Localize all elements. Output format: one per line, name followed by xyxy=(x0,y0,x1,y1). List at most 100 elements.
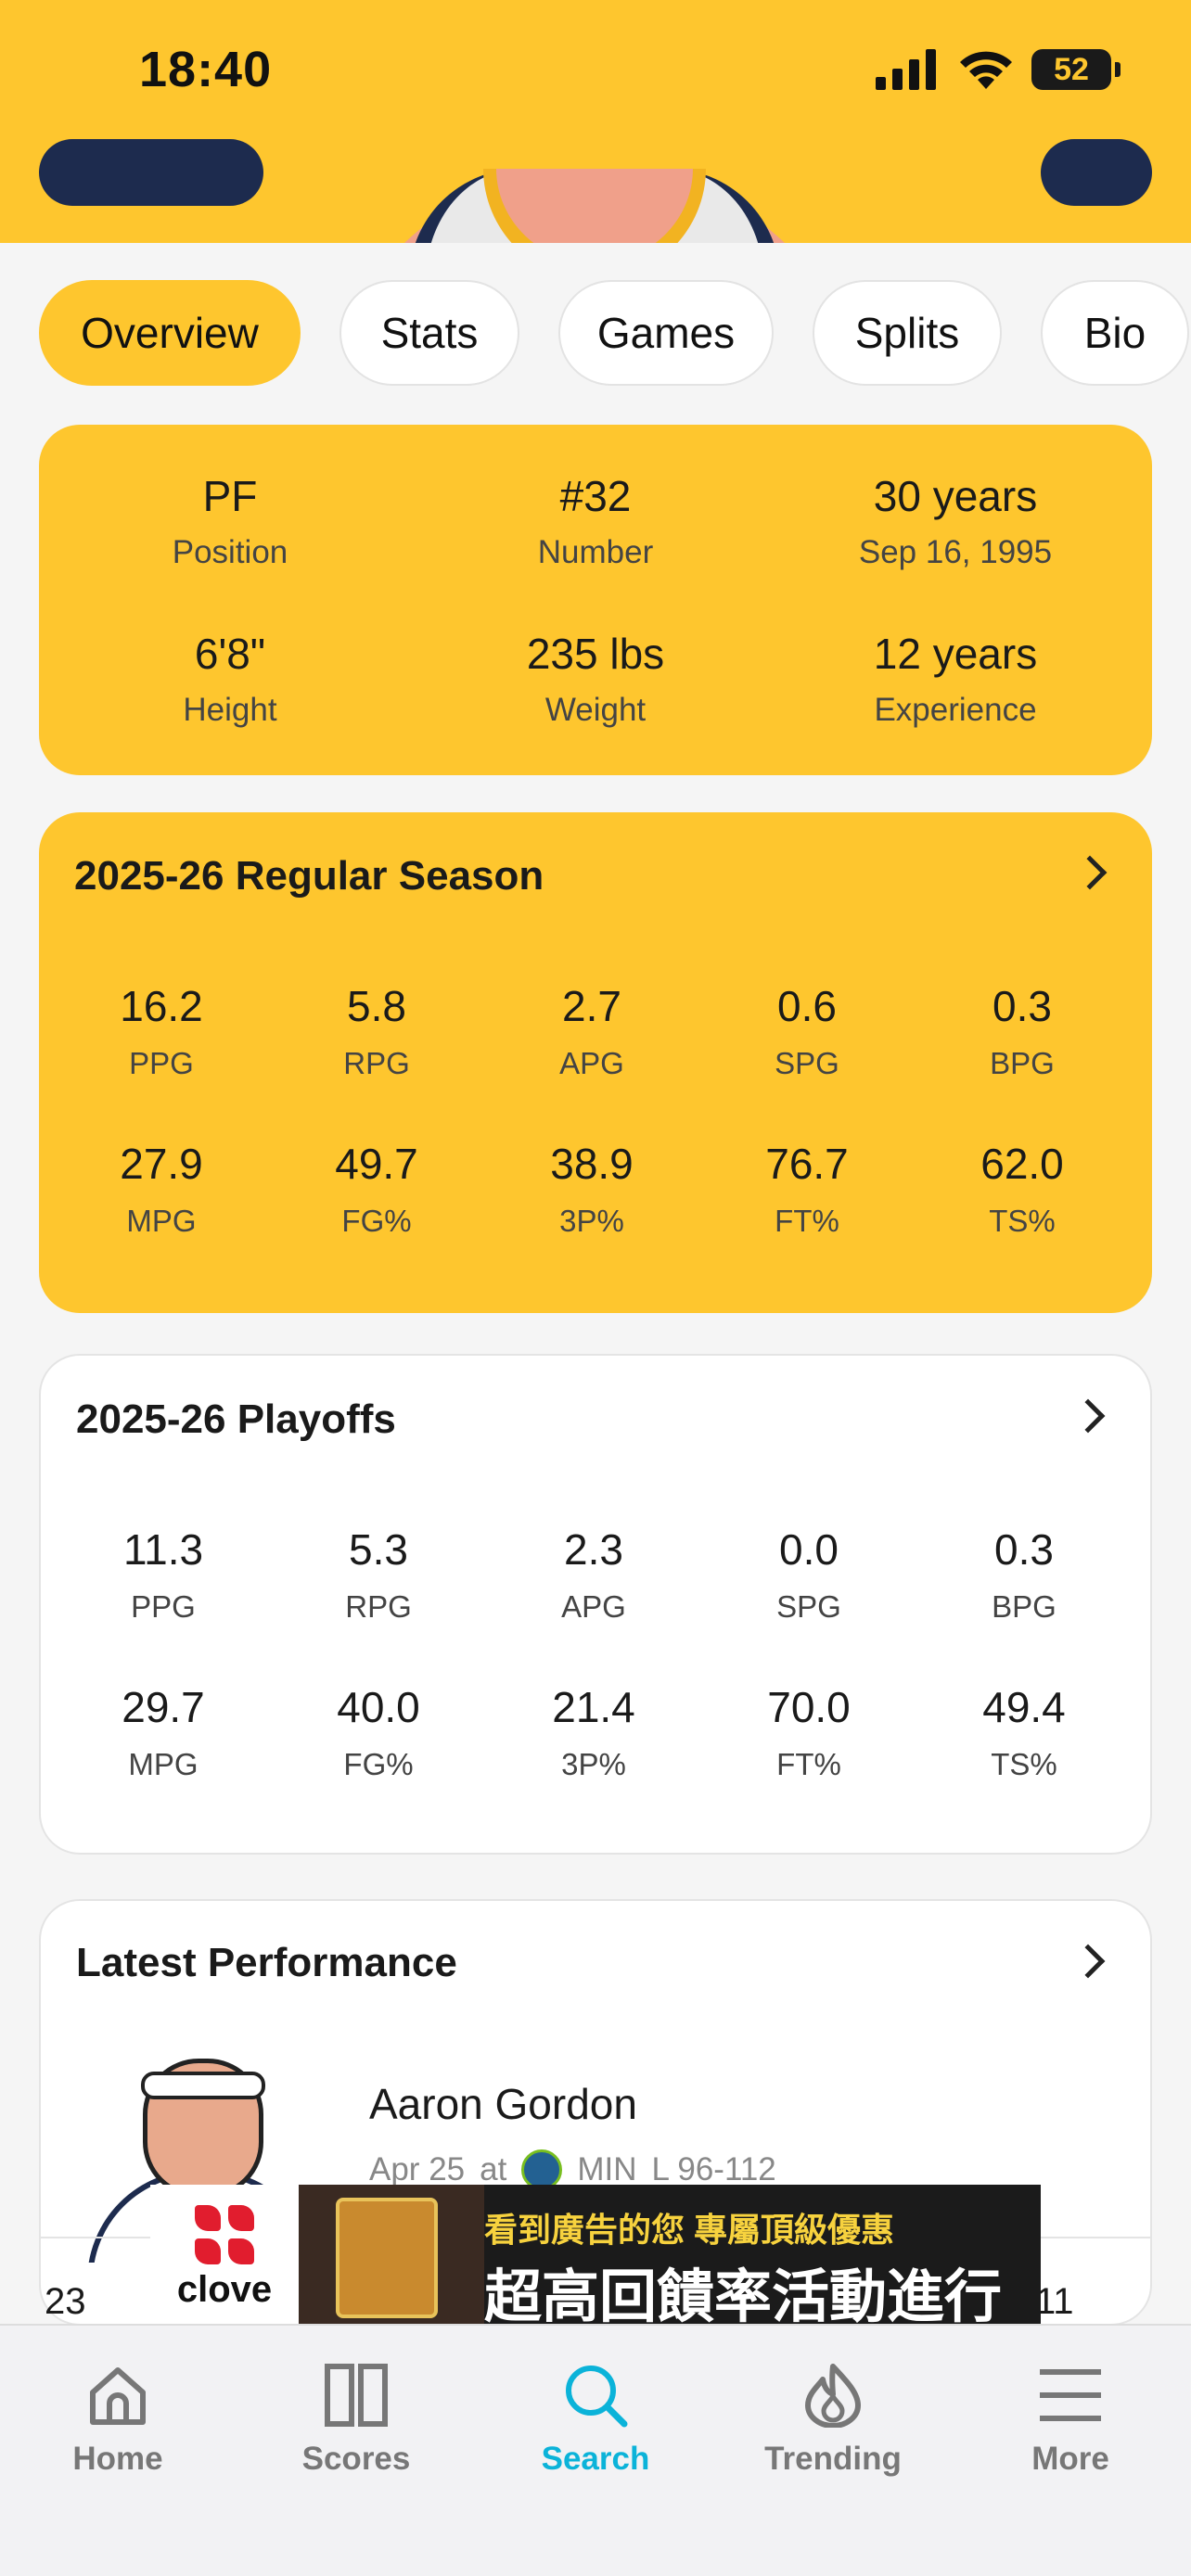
stat-apg: 2.3 APG xyxy=(486,1524,701,1625)
stat-label: APG xyxy=(561,1589,626,1624)
nav-trending-label: Trending xyxy=(764,2441,902,2477)
stat-label: PPG xyxy=(129,1046,194,1080)
tab-stats[interactable]: Stats xyxy=(339,280,519,386)
tab-bio[interactable]: Bio xyxy=(1041,280,1189,386)
flame-icon xyxy=(805,2364,861,2428)
game-date: Apr 25 xyxy=(369,2151,466,2187)
stat-ft-pct: 76.7 FT% xyxy=(699,1139,915,1239)
stat-value: 0.3 xyxy=(992,982,1052,1030)
stat-bpg: 0.3 BPG xyxy=(915,981,1130,1081)
stat-ts-pct: 49.4 TS% xyxy=(916,1682,1132,1782)
header-menu-button[interactable] xyxy=(1041,139,1152,206)
nav-home-label: Home xyxy=(72,2441,163,2477)
stat-3p-pct: 38.9 3P% xyxy=(484,1139,699,1239)
bottom-navigation: Home Scores Search Trending More xyxy=(0,2324,1191,2576)
stat-value: 5.8 xyxy=(347,982,406,1030)
wifi-icon xyxy=(960,51,1012,89)
nav-scores[interactable]: Scores xyxy=(263,2363,449,2478)
chevron-right-icon[interactable] xyxy=(1072,855,1108,890)
ad-tagline: 超高回饋率活動進行中! xyxy=(484,2265,1003,2324)
nav-search[interactable]: Search xyxy=(503,2363,688,2478)
nav-scores-label: Scores xyxy=(301,2441,411,2477)
game-result: L 96-112 xyxy=(651,2151,776,2187)
stat-label: APG xyxy=(559,1046,624,1080)
playoffs-title: 2025-26 Playoffs xyxy=(76,1396,396,1442)
stat-value: 49.7 xyxy=(335,1140,418,1188)
ad-brand-logo: clove xyxy=(150,2185,299,2324)
stat-value: 29.7 xyxy=(122,1683,205,1731)
stat-fg-pct: 40.0 FG% xyxy=(271,1682,486,1782)
stat-value: 0.0 xyxy=(779,1525,839,1574)
playoffs-card[interactable]: 2025-26 Playoffs 11.3 PPG 5.3 RPG 2.3 APG 0.0 S… xyxy=(39,1354,1152,1855)
ad-image xyxy=(299,2185,484,2324)
stat-label: BPG xyxy=(990,1046,1055,1080)
stat-value: 0.6 xyxy=(777,982,837,1030)
player-header: 18:40 52 xyxy=(0,0,1191,243)
stat-label: 3P% xyxy=(561,1747,626,1781)
regular-season-card[interactable]: 2025-26 Regular Season 16.2 PPG 5.8 RPG 2.7 A… xyxy=(39,812,1152,1313)
performance-stat-right: 11 xyxy=(1035,2281,1074,2322)
stat-ppg: 11.3 PPG xyxy=(56,1524,271,1625)
nav-search-label: Search xyxy=(541,2441,650,2477)
stat-label: SPG xyxy=(776,1589,841,1624)
stat-label: PPG xyxy=(131,1589,196,1624)
stat-rpg: 5.8 RPG xyxy=(269,981,484,1081)
stat-value: 0.3 xyxy=(994,1525,1054,1574)
chevron-right-icon[interactable] xyxy=(1070,1944,1106,1979)
ad-banner[interactable]: clove 看到廣告的您 專屬頂級優惠 超高回饋率活動進行中! xyxy=(150,2185,1041,2324)
stat-label: FG% xyxy=(341,1204,412,1238)
stat-3p-pct: 21.4 3P% xyxy=(486,1682,701,1782)
stat-value: 2.7 xyxy=(562,982,621,1030)
stat-label: 3P% xyxy=(559,1204,624,1238)
stat-fg-pct: 49.7 FG% xyxy=(269,1139,484,1239)
chevron-right-icon[interactable] xyxy=(1070,1398,1106,1434)
ad-brand-name: clove xyxy=(176,2269,273,2310)
stat-rpg: 5.3 RPG xyxy=(271,1524,486,1625)
battery-level: 52 xyxy=(1054,51,1089,87)
stat-apg: 2.7 APG xyxy=(484,981,699,1081)
stat-label: SPG xyxy=(775,1046,839,1080)
stat-value: 38.9 xyxy=(550,1140,634,1188)
scores-icon xyxy=(325,2364,388,2427)
stat-value: 16.2 xyxy=(120,982,203,1030)
status-time: 18:40 xyxy=(139,42,273,97)
info-position: PF Position xyxy=(172,472,288,570)
stat-label: TS% xyxy=(989,1204,1056,1238)
clove-logo-icon xyxy=(195,2205,254,2264)
team-button[interactable] xyxy=(39,139,263,206)
info-height: 6'8" Height xyxy=(183,630,277,728)
ad-headline: 看到廣告的您 專屬頂級優惠 xyxy=(484,2211,895,2249)
stat-bpg: 0.3 BPG xyxy=(916,1524,1132,1625)
tab-splits[interactable]: Splits xyxy=(813,280,1002,386)
regular-season-title: 2025-26 Regular Season xyxy=(74,853,544,899)
stat-value: 21.4 xyxy=(552,1683,635,1731)
info-age: 30 years Sep 16, 1995 xyxy=(858,472,1053,570)
search-icon xyxy=(566,2366,628,2428)
latest-performance-title: Latest Performance xyxy=(76,1940,457,1985)
stat-value: 40.0 xyxy=(337,1683,420,1731)
performance-stat-left: 23 xyxy=(45,2281,86,2322)
cellular-signal-icon xyxy=(876,49,936,90)
nav-trending[interactable]: Trending xyxy=(740,2363,926,2478)
stat-value: 5.3 xyxy=(349,1525,408,1574)
info-weight: 235 lbs Weight xyxy=(526,630,665,728)
stat-ts-pct: 62.0 TS% xyxy=(915,1139,1130,1239)
stat-mpg: 29.7 MPG xyxy=(56,1682,271,1782)
stat-label: RPG xyxy=(345,1589,412,1624)
stat-value: 62.0 xyxy=(980,1140,1064,1188)
stat-value: 27.9 xyxy=(120,1140,203,1188)
nav-more[interactable]: More xyxy=(978,2363,1163,2478)
player-illustration xyxy=(321,169,868,243)
stat-label: FT% xyxy=(775,1204,839,1238)
stat-label: MPG xyxy=(128,1747,198,1781)
stat-label: BPG xyxy=(992,1589,1057,1624)
stat-value: 49.4 xyxy=(982,1683,1066,1731)
tab-games[interactable]: Games xyxy=(558,280,774,386)
tab-overview[interactable]: Overview xyxy=(39,280,301,386)
stat-label: FT% xyxy=(776,1747,841,1781)
info-experience: 12 years Experience xyxy=(873,630,1038,728)
nav-home[interactable]: Home xyxy=(25,2363,211,2478)
performance-player-name: Aaron Gordon xyxy=(369,2080,637,2128)
stat-ft-pct: 70.0 FT% xyxy=(701,1682,916,1782)
opponent-abbr: MIN xyxy=(577,2151,637,2187)
